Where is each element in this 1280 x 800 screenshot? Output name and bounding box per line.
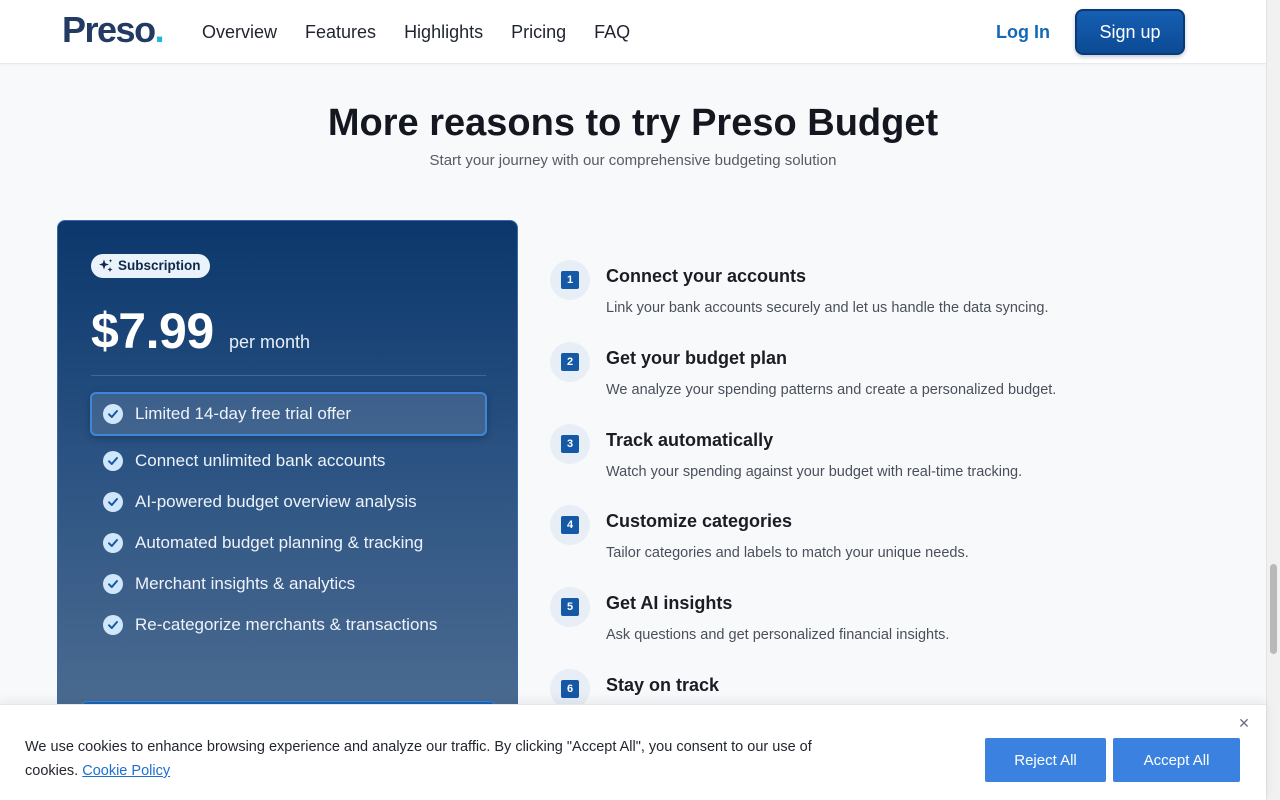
close-icon[interactable]: ✕: [1236, 715, 1252, 731]
step-description: Ask questions and get personalized finan…: [606, 627, 950, 643]
signup-button[interactable]: Sign up: [1075, 9, 1185, 55]
cookie-policy-link[interactable]: Cookie Policy: [82, 763, 170, 779]
feature-label: Connect unlimited bank accounts: [135, 451, 386, 470]
feature-label: AI-powered budget overview analysis: [135, 492, 417, 511]
feature-label: Automated budget planning & tracking: [135, 533, 424, 552]
nav-features[interactable]: Features: [305, 20, 376, 44]
badge-label: Subscription: [118, 258, 201, 273]
feature-label: Limited 14-day free trial offer: [135, 404, 352, 423]
nav-overview[interactable]: Overview: [202, 20, 277, 44]
nav-pricing[interactable]: Pricing: [511, 20, 566, 44]
cookie-banner: We use cookies to enhance browsing exper…: [0, 704, 1266, 800]
step-description: Watch your spending against your budget …: [606, 464, 1023, 480]
section-title: More reasons to try Preso Budget: [327, 102, 939, 144]
feature-item: AI-powered budget overview analysis: [103, 491, 417, 513]
check-icon: [103, 404, 123, 424]
feature-item: Limited 14-day free trial offer: [103, 403, 351, 425]
feature-item: Merchant insights & analytics: [103, 573, 355, 595]
sparkle-icon: [99, 259, 113, 272]
check-icon: [103, 615, 123, 635]
step-number-badge: 2: [550, 342, 590, 382]
step-description: Tailor categories and labels to match yo…: [606, 545, 969, 561]
feature-label: Re-categorize merchants & transactions: [135, 615, 438, 634]
main-nav: Overview Features Highlights Pricing FAQ: [202, 20, 630, 44]
reject-all-button[interactable]: Reject All: [985, 738, 1106, 782]
feature-label: Merchant insights & analytics: [135, 574, 356, 593]
step-number-badge: 1: [550, 260, 590, 300]
step-title: Customize categories: [606, 511, 793, 531]
card-divider: [91, 375, 486, 376]
step-title: Connect your accounts: [606, 266, 807, 286]
check-icon: [103, 492, 123, 512]
login-link[interactable]: Log In: [996, 20, 1050, 44]
step-number-badge: 5: [550, 587, 590, 627]
price-amount: $7.99: [91, 303, 214, 359]
step-number-badge: 6: [550, 669, 590, 709]
feature-item: Automated budget planning & tracking: [103, 532, 423, 554]
step-title: Get your budget plan: [606, 348, 788, 368]
site-header: Preso. Overview Features Highlights Pric…: [0, 0, 1266, 64]
pricing-card: Subscription $7.99 per month Limited 14-…: [57, 220, 518, 740]
check-icon: [103, 451, 123, 471]
accept-all-button[interactable]: Accept All: [1113, 738, 1240, 782]
subscription-badge: Subscription: [91, 254, 210, 278]
price-period: per month: [229, 332, 311, 352]
step-title: Get AI insights: [606, 593, 733, 613]
section-subtitle: Start your journey with our comprehensiv…: [429, 152, 837, 169]
step-description: We analyze your spending patterns and cr…: [606, 382, 1057, 398]
check-icon: [103, 533, 123, 553]
step-title: Stay on track: [606, 675, 720, 695]
preso-logo[interactable]: Preso.: [62, 10, 164, 50]
scrollbar-thumb[interactable]: [1270, 564, 1277, 654]
page-scrollbar[interactable]: [1266, 0, 1280, 800]
nav-highlights[interactable]: Highlights: [404, 20, 483, 44]
check-icon: [103, 574, 123, 594]
nav-faq[interactable]: FAQ: [594, 20, 630, 44]
step-number-badge: 3: [550, 424, 590, 464]
feature-item: Re-categorize merchants & transactions: [103, 614, 437, 636]
feature-item: Connect unlimited bank accounts: [103, 450, 385, 472]
step-number-badge: 4: [550, 505, 590, 545]
step-description: Link your bank accounts securely and let…: [606, 300, 1049, 316]
step-title: Track automatically: [606, 430, 774, 450]
cookie-message: We use cookies to enhance browsing exper…: [25, 739, 812, 779]
